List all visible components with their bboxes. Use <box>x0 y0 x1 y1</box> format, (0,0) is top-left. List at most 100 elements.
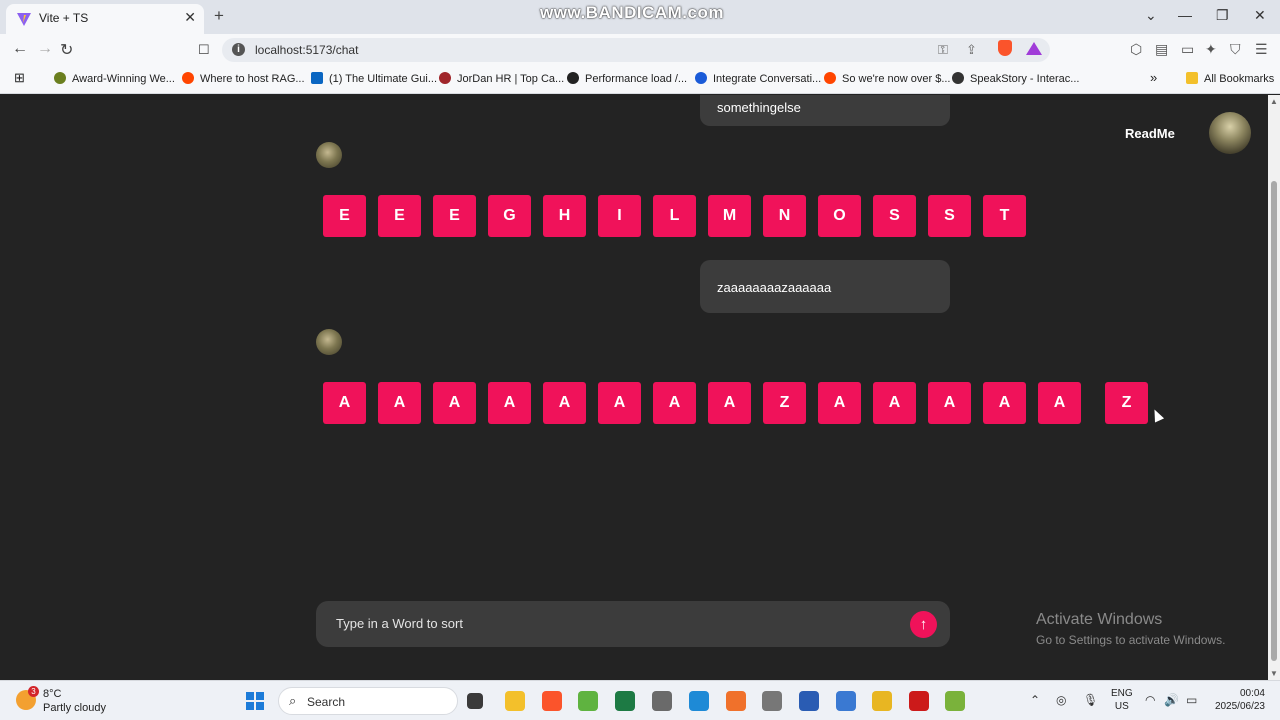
bandicam-icon[interactable] <box>909 691 929 711</box>
clock-app-icon[interactable] <box>652 691 672 711</box>
send-button[interactable]: ↑ <box>910 611 937 638</box>
tab-close-icon[interactable]: ✕ <box>184 9 196 26</box>
word-input[interactable] <box>336 616 896 631</box>
apps-grid-icon[interactable]: ⊞ <box>14 70 25 86</box>
warning-icon[interactable] <box>872 691 892 711</box>
site-info-icon[interactable]: i <box>232 43 245 56</box>
region-code: US <box>1114 701 1129 712</box>
postman-icon[interactable] <box>726 691 746 711</box>
tray-app-icon[interactable]: ◎ <box>1056 693 1066 707</box>
bandicam-watermark: www.BANDICAM.com <box>540 3 724 22</box>
user-message-bubble: zaaaaaaaazaaaaaa <box>700 260 950 313</box>
omnibox[interactable]: i localhost:5173/chat ⚿ ⇪ <box>222 38 1050 62</box>
letter-tile: E <box>323 195 366 237</box>
letter-tile: A <box>323 382 366 424</box>
language-code: ENG <box>1111 688 1133 699</box>
system-clock[interactable]: 00:04 2025/06/23 <box>1211 687 1265 713</box>
taskbar-search[interactable]: ⌕ Search <box>278 687 458 715</box>
menu-icon[interactable]: ☰ <box>1255 41 1268 58</box>
volume-icon[interactable]: 🔊 <box>1164 693 1179 707</box>
letter-tile: Z <box>763 382 806 424</box>
bookmark-label: Award-Winning We... <box>72 73 175 85</box>
page-scrollbar[interactable]: ▲ ▼ <box>1268 95 1280 680</box>
microphone-icon[interactable]: 🎙 <box>1083 693 1098 707</box>
forward-button[interactable]: → <box>37 40 53 58</box>
task-view-icon[interactable] <box>467 693 483 709</box>
letter-tile: O <box>818 195 861 237</box>
battery-icon[interactable]: ▭ <box>1186 693 1197 707</box>
bookmarks-overflow-button[interactable]: » <box>1150 70 1157 85</box>
reload-button[interactable]: ↻ <box>60 40 73 60</box>
wallet-icon[interactable]: ▭ <box>1181 41 1194 58</box>
scroll-up-arrow-icon[interactable]: ▲ <box>1270 97 1278 106</box>
brave-rewards-icon[interactable] <box>1026 42 1042 55</box>
share-icon[interactable]: ⇪ <box>966 42 977 58</box>
readme-link[interactable]: ReadMe <box>1125 126 1175 141</box>
letter-tile: A <box>488 382 531 424</box>
wifi-icon[interactable]: ◠ <box>1145 693 1155 707</box>
bookmark-item[interactable]: Where to host RAG... <box>182 72 305 85</box>
network-icon[interactable] <box>762 691 782 711</box>
vite-logo-icon <box>17 13 31 26</box>
notepad-plus-icon[interactable] <box>945 691 965 711</box>
file-explorer-icon[interactable] <box>505 691 525 711</box>
bookmark-item[interactable]: Integrate Conversati... <box>695 72 821 85</box>
windows-logo-pane <box>246 702 254 710</box>
snipping-icon[interactable] <box>836 691 856 711</box>
address-bar-row: ← → ↻ ☐ i localhost:5173/chat ⚿ ⇪ <box>0 34 1280 66</box>
back-button[interactable]: ← <box>12 40 28 58</box>
scroll-down-arrow-icon[interactable]: ▼ <box>1270 669 1278 678</box>
leo-ai-icon[interactable]: ✦ <box>1205 41 1217 58</box>
bookmark-item[interactable]: Award-Winning We... <box>54 72 175 85</box>
tray-overflow-icon[interactable]: ⌃ <box>1030 693 1040 707</box>
reddit-icon <box>182 72 194 84</box>
brave-shields-icon[interactable] <box>998 40 1012 56</box>
minimize-button[interactable]: — <box>1178 7 1192 23</box>
weather-temperature[interactable]: 8°C <box>43 688 61 700</box>
bookmark-item[interactable]: JorDan HR | Top Ca... <box>439 72 564 85</box>
letter-tile: E <box>378 195 421 237</box>
scrollbar-thumb[interactable] <box>1271 181 1277 661</box>
github-icon <box>567 72 579 84</box>
vscode-icon[interactable] <box>689 691 709 711</box>
user-avatar[interactable] <box>1209 112 1251 154</box>
activate-windows-subtitle: Go to Settings to activate Windows. <box>1036 633 1226 647</box>
letter-tile: A <box>653 382 696 424</box>
word-icon[interactable] <box>799 691 819 711</box>
utorrent-icon[interactable] <box>578 691 598 711</box>
excel-icon[interactable] <box>615 691 635 711</box>
bookmark-item[interactable]: (1) The Ultimate Gui... <box>311 72 437 85</box>
new-tab-button[interactable]: + <box>214 6 224 26</box>
bookmark-page-icon[interactable]: ☐ <box>198 42 210 58</box>
letter-tile: M <box>708 195 751 237</box>
linkedin-icon <box>311 72 323 84</box>
bookmark-item[interactable]: Performance load /... <box>567 72 687 85</box>
letter-tile: A <box>378 382 421 424</box>
close-window-button[interactable]: ✕ <box>1254 7 1266 24</box>
bookmark-item[interactable]: So we're now over $... <box>824 72 951 85</box>
all-bookmarks-button[interactable]: All Bookmarks <box>1186 72 1274 85</box>
restore-button[interactable]: ❐ <box>1216 7 1229 24</box>
brave-icon[interactable] <box>542 691 562 711</box>
vpn-icon[interactable]: ⛉ <box>1230 41 1241 58</box>
search-icon: ⌕ <box>289 693 297 708</box>
letter-tile: T <box>983 195 1026 237</box>
key-icon[interactable]: ⚿ <box>938 42 948 58</box>
windows-logo-pane <box>256 692 264 700</box>
start-button[interactable] <box>246 692 264 710</box>
windows-taskbar: 3 8°C Partly cloudy ⌕ Search ⌃ ◎ 🎙 ENG U… <box>0 680 1280 720</box>
tab-search-dropdown-icon[interactable]: ⌄ <box>1145 7 1157 24</box>
extensions-icon[interactable]: ⬡ <box>1130 41 1142 58</box>
url-text[interactable]: localhost:5173/chat <box>255 43 358 57</box>
sidebar-icon[interactable]: ▤ <box>1155 41 1168 58</box>
letter-tile: H <box>543 195 586 237</box>
letter-tile: A <box>873 382 916 424</box>
letter-tile: L <box>653 195 696 237</box>
browser-tab[interactable]: Vite + TS ✕ <box>6 4 204 34</box>
bookmark-label: Performance load /... <box>585 73 688 85</box>
weather-condition[interactable]: Partly cloudy <box>43 702 106 714</box>
letter-tile: I <box>598 195 641 237</box>
bookmark-item[interactable]: SpeakStory - Interac... <box>952 72 1079 85</box>
language-indicator[interactable]: ENG US <box>1111 687 1133 713</box>
weather-badge: 3 <box>28 686 39 697</box>
